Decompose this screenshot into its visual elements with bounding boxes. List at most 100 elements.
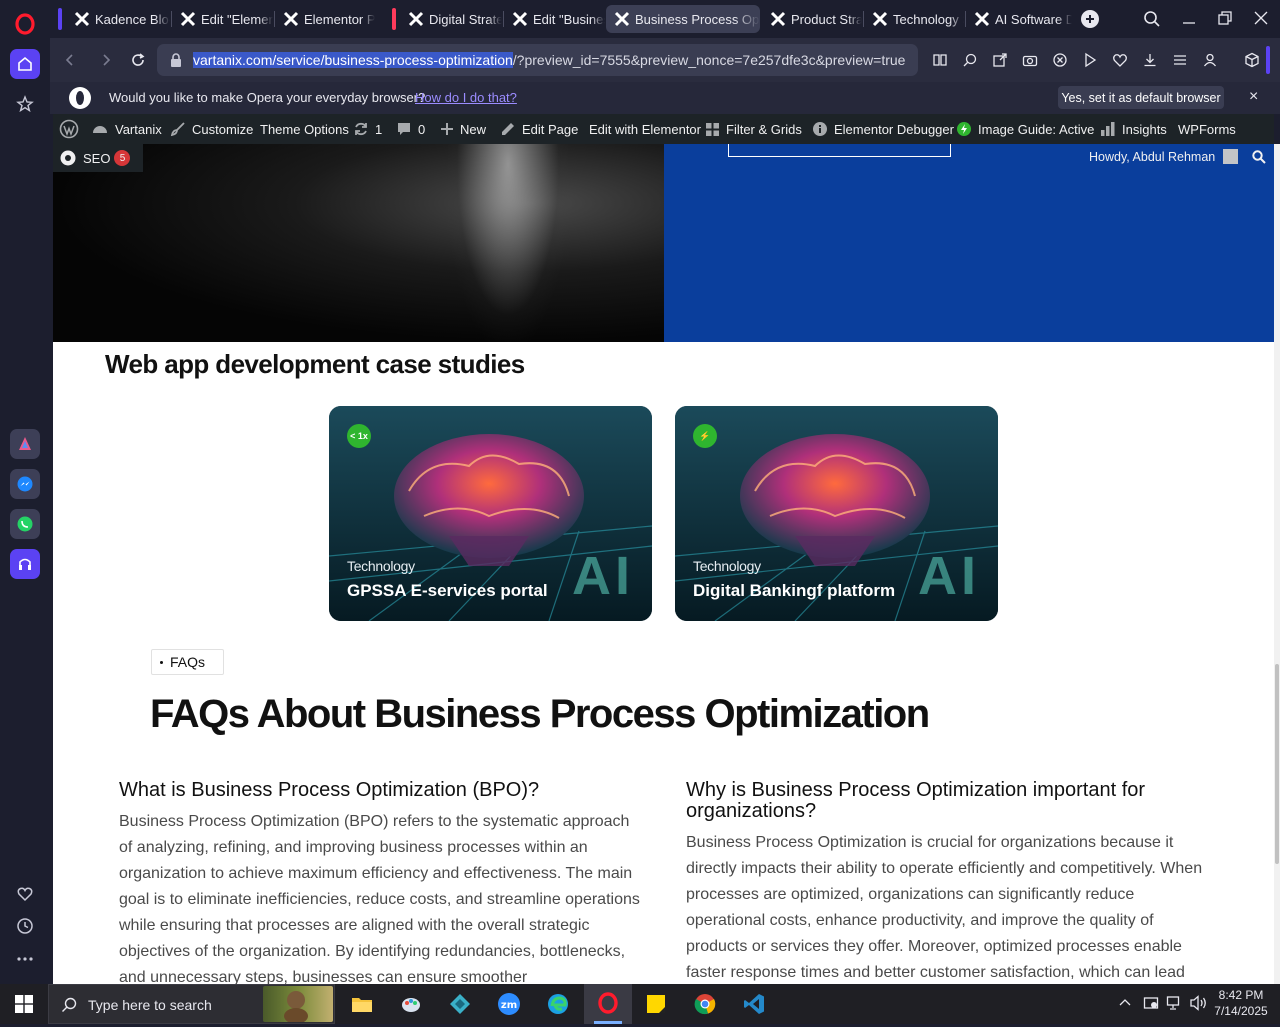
search-icon[interactable] <box>1252 149 1266 164</box>
tab-search-icon[interactable] <box>1143 10 1161 33</box>
wp-updates[interactable]: 1 <box>353 114 382 144</box>
chrome-icon[interactable] <box>691 990 719 1018</box>
easy-setup-icon[interactable] <box>1170 50 1190 70</box>
set-default-button[interactable]: Yes, set it as default browser <box>1058 86 1224 109</box>
wp-image-guide[interactable]: Image Guide: Active <box>956 114 1094 144</box>
taskbar-clock[interactable]: 8:42 PM 7/14/2025 <box>1212 987 1270 1019</box>
dashboard-icon <box>93 126 107 133</box>
clock-date: 7/14/2025 <box>1214 1004 1268 1018</box>
restore-button[interactable] <box>1217 10 1233 31</box>
wp-account-menu[interactable]: Howdy, Abdul Rehman <box>1089 149 1266 164</box>
restore-icon <box>1218 11 1232 25</box>
extensions-icon[interactable] <box>1242 50 1262 70</box>
address-bar[interactable]: vartanix.com/service/business-process-op… <box>157 44 918 76</box>
tab-kadence-blocks[interactable]: Kadence Blocks <box>66 5 170 33</box>
wp-edit-elementor[interactable]: Edit with Elementor <box>589 114 701 144</box>
network-icon[interactable] <box>1166 995 1182 1016</box>
wp-edit-page[interactable]: Edit Page <box>500 114 578 144</box>
share-icon[interactable] <box>990 50 1010 70</box>
close-prompt-button[interactable]: × <box>1249 88 1258 106</box>
volume-icon[interactable] <box>1190 995 1208 1016</box>
star-icon[interactable] <box>10 89 40 119</box>
back-icon[interactable] <box>60 50 80 70</box>
card-title[interactable]: GPSSA E-services portal <box>347 581 548 601</box>
wp-site-menu[interactable]: Vartanix <box>91 114 162 144</box>
wp-wpforms[interactable]: WPForms <box>1178 114 1236 144</box>
file-explorer-icon[interactable] <box>348 990 376 1018</box>
wordpress-icon <box>59 119 79 139</box>
faq-answer: Business Process Optimization (BPO) refe… <box>119 813 640 984</box>
search-icon <box>62 997 77 1012</box>
forward-icon[interactable] <box>96 50 116 70</box>
wp-customize[interactable]: Customize <box>170 114 253 144</box>
heart-icon[interactable] <box>10 879 40 909</box>
camera-icon[interactable] <box>1020 50 1040 70</box>
edge-icon[interactable] <box>544 990 572 1018</box>
info-icon <box>813 122 827 136</box>
sticky-notes-icon[interactable] <box>642 990 670 1018</box>
tab-ai-software[interactable]: AI Software D <box>966 5 1072 33</box>
page-scrollbar[interactable] <box>1274 144 1280 984</box>
tab-digital-strategy[interactable]: Digital Strategy <box>400 5 502 33</box>
profile-icon[interactable] <box>1200 50 1220 70</box>
tab-label: Business Process Optimi <box>635 11 760 27</box>
case-study-card[interactable]: AI < 1x Technology GPSSA E-services port… <box>329 406 652 621</box>
clock-icon[interactable] <box>10 911 40 941</box>
reader-mode-icon[interactable] <box>930 50 950 70</box>
scrollbar-thumb[interactable] <box>1275 664 1279 864</box>
opera-logo-icon <box>598 992 618 1014</box>
wp-filter-grids[interactable]: Filter & Grids <box>705 114 802 144</box>
tab-product-strategy[interactable]: Product Strategy <box>762 5 862 33</box>
how-do-i-link[interactable]: How do I do that? <box>415 90 517 105</box>
opera-logo-icon[interactable] <box>10 9 40 39</box>
reload-icon[interactable] <box>128 50 148 70</box>
wp-howdy: Howdy, Abdul Rehman <box>1089 149 1216 164</box>
wp-new[interactable]: New <box>440 114 486 144</box>
home-icon[interactable] <box>10 49 40 79</box>
tray-app-icon[interactable] <box>1143 995 1159 1016</box>
new-tab-button[interactable] <box>1081 10 1099 28</box>
player-icon[interactable] <box>1080 50 1100 70</box>
wp-elementor-debugger[interactable]: Elementor Debugger <box>812 114 954 144</box>
lock-icon[interactable] <box>169 52 183 68</box>
windows-taskbar: Type here to search zm 8:42 PM 7/14/2025 <box>0 984 1280 1024</box>
vscode-icon[interactable] <box>740 990 768 1018</box>
wp-insights[interactable]: Insights <box>1100 114 1167 144</box>
tab-technology-strategy[interactable]: Technology St <box>864 5 964 33</box>
wp-logo-menu[interactable] <box>59 114 85 144</box>
wp-comments-count: 0 <box>418 121 426 137</box>
zoom-icon[interactable]: zm <box>495 990 523 1018</box>
wp-seo-menu[interactable]: SEO 5 <box>53 144 143 172</box>
tray-chevron-icon[interactable] <box>1118 996 1132 1015</box>
card-title[interactable]: Digital Bankingf platform <box>693 581 895 601</box>
download-icon[interactable] <box>1140 50 1160 70</box>
more-icon[interactable] <box>10 944 40 974</box>
wp-comments[interactable]: 0 <box>396 114 425 144</box>
whatsapp-icon[interactable] <box>10 509 40 539</box>
aria-app-icon[interactable] <box>10 429 40 459</box>
minimize-button[interactable] <box>1181 10 1197 31</box>
faq-pill-label: FAQs <box>170 654 206 670</box>
hero-outline-button[interactable] <box>728 144 951 157</box>
adblock-icon[interactable] <box>1050 50 1070 70</box>
tab-elementor-page[interactable]: Elementor Page <box>275 5 375 33</box>
bar-chart-icon <box>1101 122 1115 136</box>
find-icon[interactable] <box>960 50 980 70</box>
paint-app-icon[interactable] <box>397 990 425 1018</box>
heart-bookmark-icon[interactable] <box>1110 50 1130 70</box>
taskbar-search-box[interactable]: Type here to search <box>48 984 335 1024</box>
case-study-card[interactable]: AI ⚡ Technology Digital Bankingf platfor… <box>675 406 998 621</box>
tab-edit-business[interactable]: Edit "Business <box>504 5 605 33</box>
wp-theme-options[interactable]: Theme Options <box>260 114 349 144</box>
tab-business-process-optimization[interactable]: Business Process Optimi <box>606 5 760 33</box>
app-diamond-icon[interactable] <box>446 990 474 1018</box>
case-studies-heading: Web app development case studies <box>105 349 525 379</box>
windows-start-icon[interactable] <box>10 990 38 1018</box>
wp-updates-count: 1 <box>375 121 383 137</box>
messenger-icon[interactable] <box>10 469 40 499</box>
music-player-icon[interactable] <box>10 549 40 579</box>
close-window-button[interactable] <box>1253 10 1269 31</box>
tab-edit-elementor[interactable]: Edit "Elementor <box>172 5 273 33</box>
taskbar-opera-active[interactable] <box>584 984 632 1024</box>
hero-image <box>53 144 664 342</box>
